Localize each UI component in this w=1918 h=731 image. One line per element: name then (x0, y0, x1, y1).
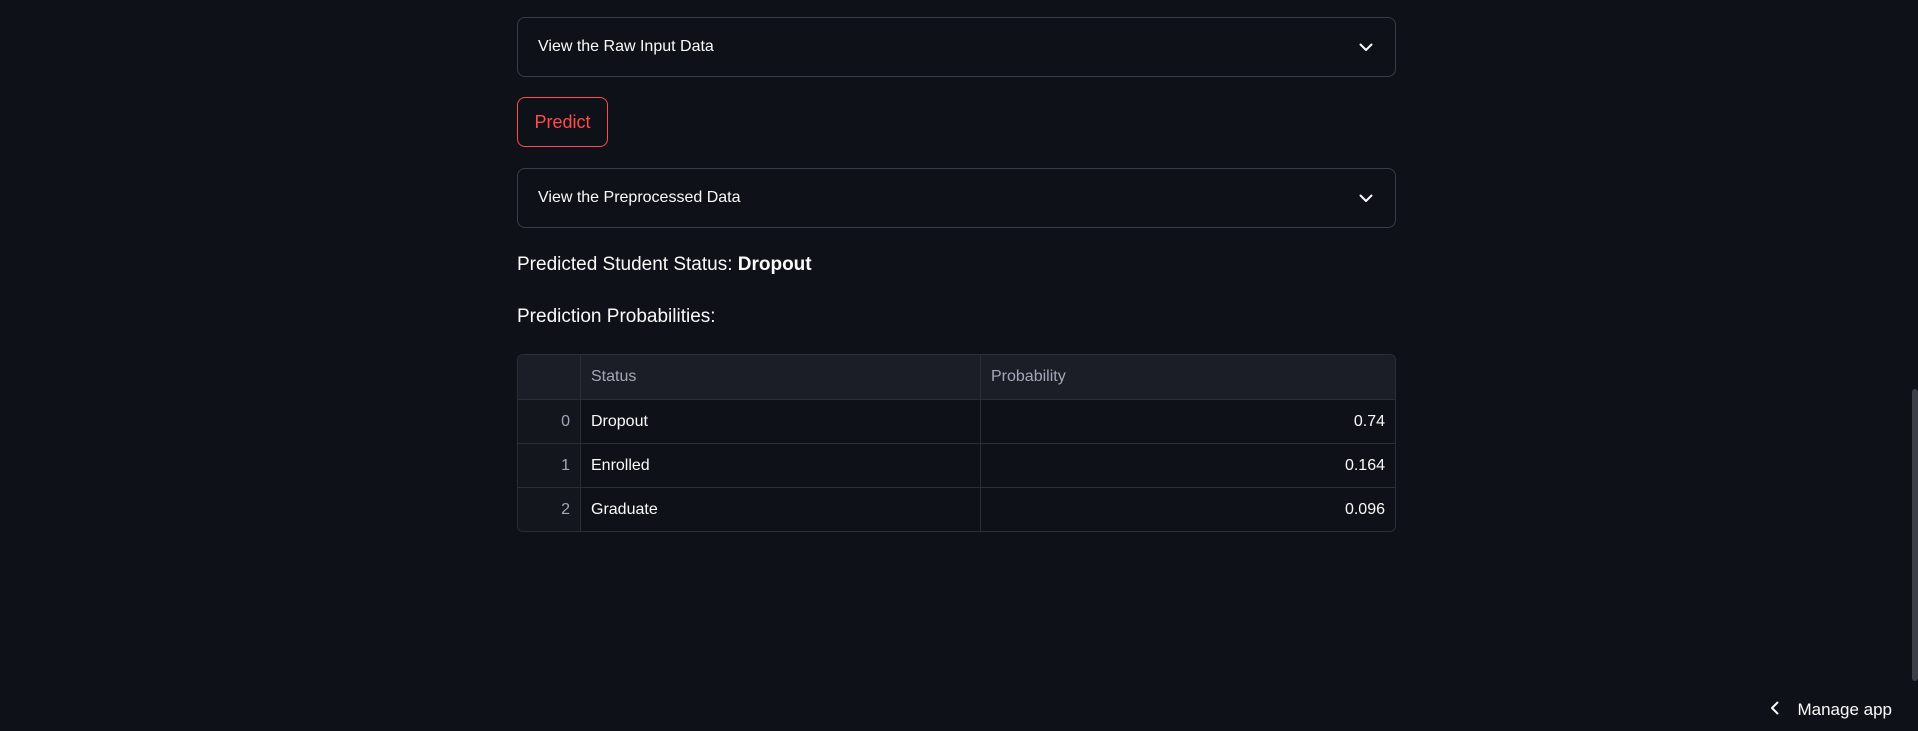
probabilities-table[interactable]: Status Probability 0 Dropout 0.74 1 Enro… (517, 354, 1396, 532)
app-page: View the Raw Input Data Predict View the… (0, 0, 1918, 731)
status-cell[interactable]: Dropout (581, 400, 981, 443)
chevron-left-icon (1770, 700, 1779, 720)
probability-cell[interactable]: 0.164 (981, 444, 1395, 487)
predict-button[interactable]: Predict (517, 97, 608, 147)
manage-app-label: Manage app (1797, 700, 1892, 719)
chevron-down-icon (1357, 38, 1375, 56)
table-header-row: Status Probability (518, 355, 1395, 399)
row-index: 0 (518, 400, 581, 443)
probabilities-heading: Prediction Probabilities: (517, 306, 716, 327)
manage-app-button[interactable]: Manage app (1770, 700, 1892, 720)
row-index: 2 (518, 488, 581, 531)
probability-cell[interactable]: 0.74 (981, 400, 1395, 443)
table-row: 2 Graduate 0.096 (518, 487, 1395, 531)
header-probability[interactable]: Probability (981, 355, 1395, 399)
predicted-status-value: Dropout (737, 254, 812, 275)
raw-input-expander[interactable]: View the Raw Input Data (517, 17, 1396, 77)
preprocessed-expander-label: View the Preprocessed Data (538, 189, 741, 206)
header-status[interactable]: Status (581, 355, 981, 399)
predicted-status-prefix: Predicted Student Status: (517, 254, 738, 275)
preprocessed-data-expander[interactable]: View the Preprocessed Data (517, 168, 1396, 228)
predicted-status: Predicted Student Status: Dropout (517, 253, 1396, 277)
header-index (518, 355, 581, 399)
main-content: View the Raw Input Data Predict View the… (517, 17, 1396, 532)
probability-cell[interactable]: 0.096 (981, 488, 1395, 531)
raw-input-expander-label: View the Raw Input Data (538, 38, 714, 55)
table-row: 1 Enrolled 0.164 (518, 443, 1395, 487)
chevron-down-icon (1357, 189, 1375, 207)
page-scrollbar[interactable] (1912, 389, 1918, 681)
status-cell[interactable]: Enrolled (581, 444, 981, 487)
status-cell[interactable]: Graduate (581, 488, 981, 531)
row-index: 1 (518, 444, 581, 487)
table-row: 0 Dropout 0.74 (518, 399, 1395, 443)
